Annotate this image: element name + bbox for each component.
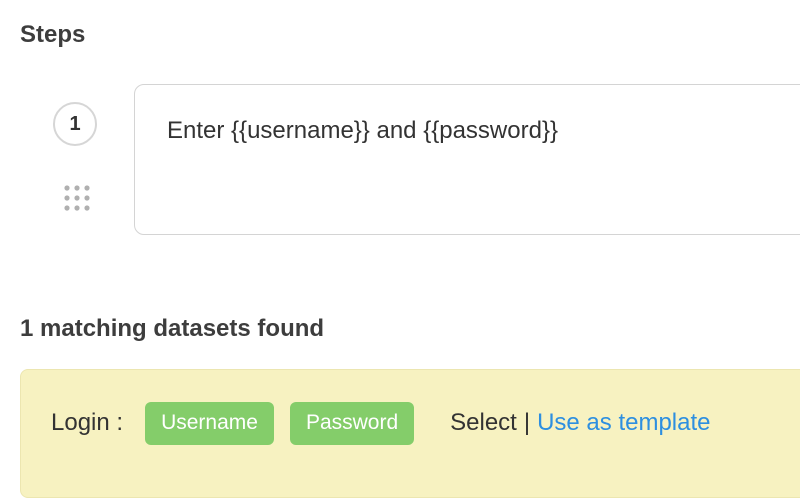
steps-title: Steps — [20, 21, 86, 48]
page: Steps 1 Enter {{username}} and {{passwor… — [0, 0, 800, 500]
field-tag-password: Password — [289, 401, 415, 445]
step-text-editor[interactable]: Enter {{username}} and {{password}} — [134, 84, 800, 235]
use-as-template-link[interactable]: Use as template — [537, 409, 710, 437]
field-tag-username: Username — [145, 401, 274, 445]
step-text: Enter {{username}} and {{password}} — [167, 117, 558, 144]
dataset-card: Login : Username Password Select | Use a… — [20, 369, 800, 498]
dataset-row: Login : Username Password Select | Use a… — [51, 401, 711, 445]
action-separator: | — [523, 409, 531, 436]
drag-dots-icon[interactable] — [64, 185, 90, 211]
step-number-badge: 1 — [53, 102, 97, 146]
select-dataset-link[interactable]: Select — [450, 409, 517, 437]
dataset-name: Login : — [51, 409, 124, 436]
matching-datasets-title: 1 matching datasets found — [20, 315, 325, 342]
